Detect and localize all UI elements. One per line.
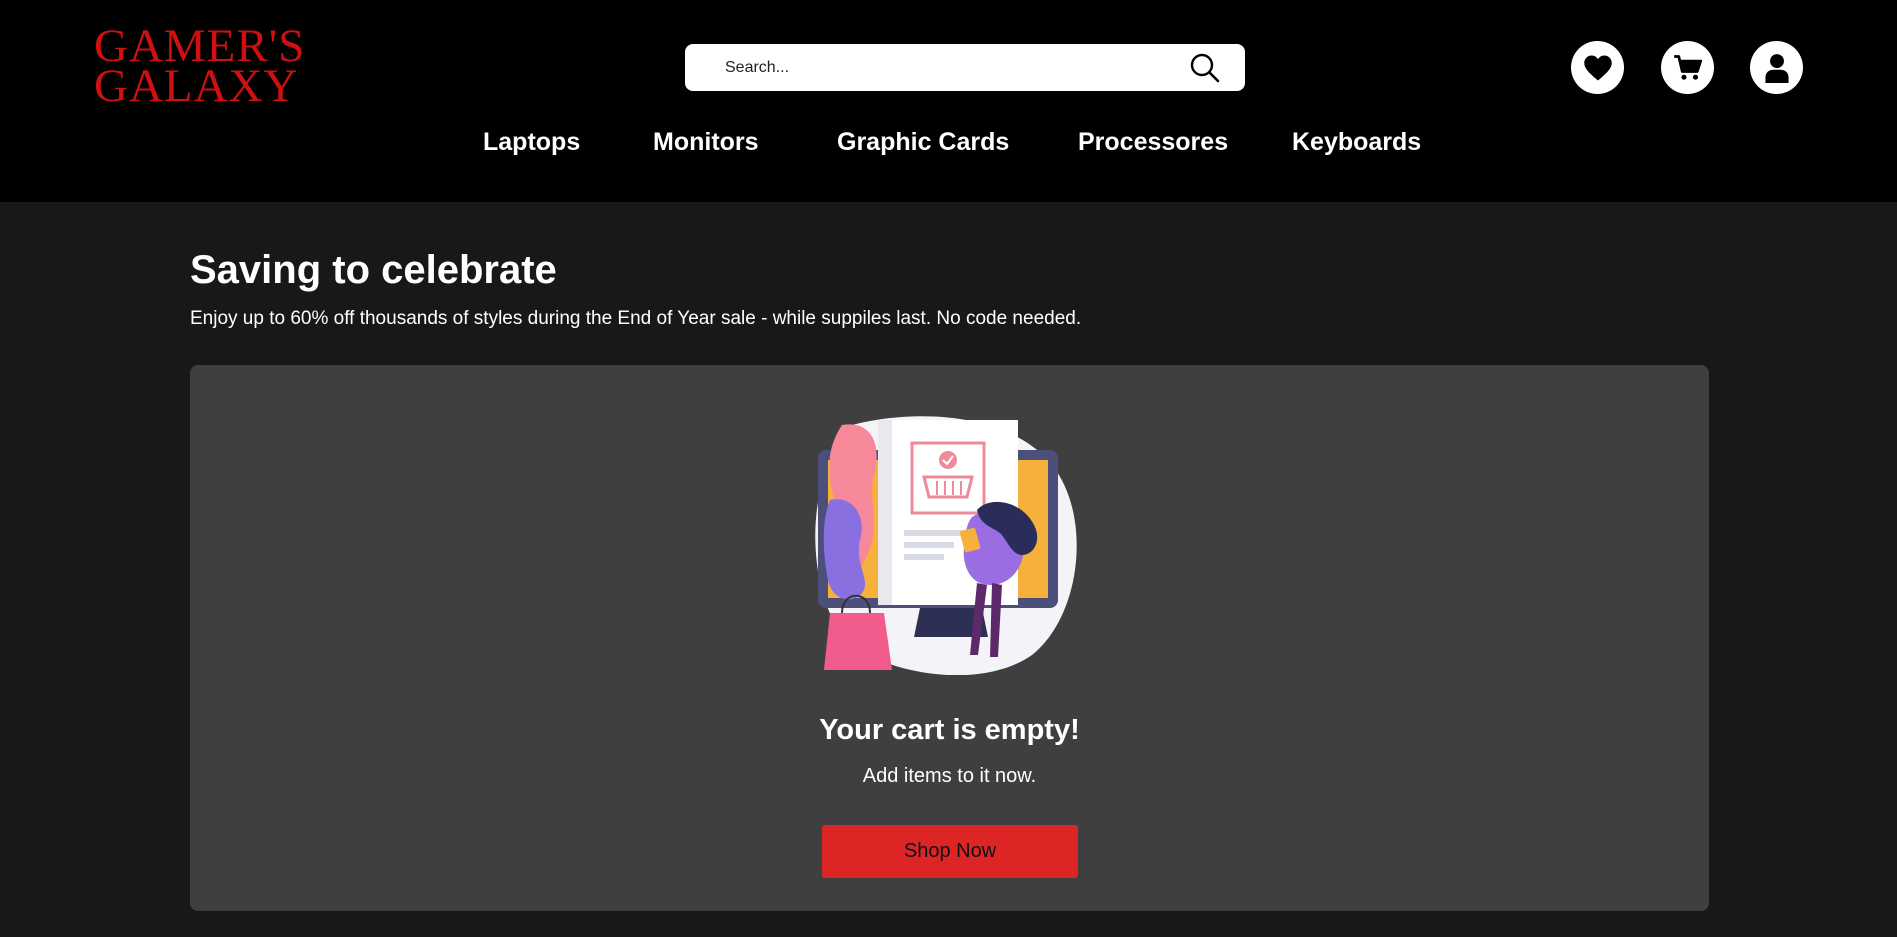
user-icon bbox=[1764, 53, 1789, 83]
search-icon[interactable] bbox=[1189, 52, 1221, 84]
empty-cart-title: Your cart is empty! bbox=[819, 714, 1080, 746]
online-shopping-illustration bbox=[815, 416, 1077, 675]
search-bar bbox=[685, 44, 1245, 91]
cart-icon bbox=[1673, 54, 1702, 80]
empty-cart-panel: Your cart is empty! Add items to it now.… bbox=[190, 365, 1709, 911]
promo-title: Saving to celebrate bbox=[190, 248, 557, 292]
main-nav: Laptops Monitors Graphic Cards Processor… bbox=[0, 122, 1897, 162]
empty-cart-subtitle: Add items to it now. bbox=[862, 765, 1037, 787]
site-header: GAMER'S GALAXY Laptops Monitors Graphic … bbox=[0, 0, 1897, 202]
nav-item-monitors[interactable]: Monitors bbox=[653, 122, 759, 162]
nav-item-processores[interactable]: Processores bbox=[1078, 122, 1228, 162]
wishlist-button[interactable] bbox=[1571, 41, 1624, 94]
account-button[interactable] bbox=[1750, 41, 1803, 94]
search-input[interactable] bbox=[723, 44, 1163, 91]
nav-item-keyboards[interactable]: Keyboards bbox=[1292, 122, 1421, 162]
cart-button[interactable] bbox=[1661, 41, 1714, 94]
heart-icon bbox=[1583, 55, 1612, 80]
nav-item-graphic-cards[interactable]: Graphic Cards bbox=[837, 122, 1009, 162]
brand-logo[interactable]: GAMER'S GALAXY bbox=[94, 23, 344, 112]
shop-now-button[interactable]: Shop Now bbox=[822, 825, 1078, 878]
promo-subtitle: Enjoy up to 60% off thousands of styles … bbox=[190, 308, 1082, 329]
brand-logo-line2: GALAXY bbox=[94, 60, 299, 112]
nav-item-laptops[interactable]: Laptops bbox=[483, 122, 580, 162]
